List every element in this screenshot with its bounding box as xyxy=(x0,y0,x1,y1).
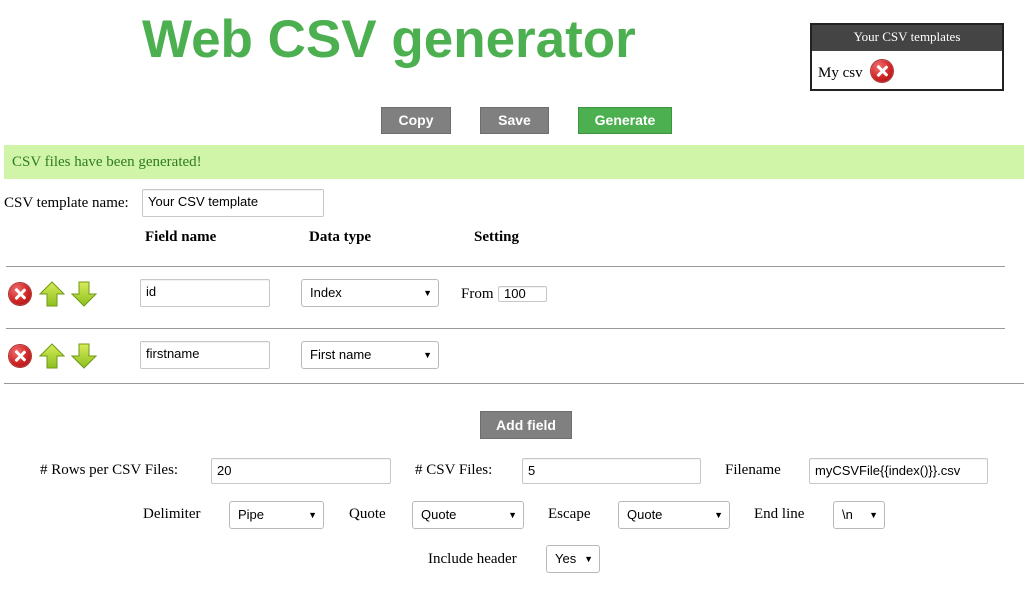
column-header-setting: Setting xyxy=(474,229,519,245)
templates-panel: Your CSV templates My csv xyxy=(810,23,1004,91)
delimiter-label: Delimiter xyxy=(143,506,201,522)
rows-per-file-input[interactable]: 20 xyxy=(211,458,391,484)
divider xyxy=(4,383,1024,384)
setting-from-input[interactable]: 100 xyxy=(498,286,547,302)
chevron-down-icon: ▼ xyxy=(308,510,317,520)
delimiter-select[interactable]: Pipe ▼ xyxy=(229,501,324,529)
template-item[interactable]: My csv xyxy=(812,51,1002,91)
field-name-input[interactable]: id xyxy=(140,279,270,307)
chevron-down-icon: ▼ xyxy=(423,350,432,360)
include-header-select[interactable]: Yes ▼ xyxy=(546,545,600,573)
delimiter-value: Pipe xyxy=(238,507,265,522)
page-title: Web CSV generator xyxy=(142,10,636,69)
delete-template-icon[interactable] xyxy=(870,60,893,82)
escape-value: Quote xyxy=(627,507,663,522)
chevron-down-icon: ▼ xyxy=(714,510,723,520)
column-header-field-name: Field name xyxy=(145,229,217,245)
include-header-label: Include header xyxy=(428,551,517,567)
add-field-button[interactable]: Add field xyxy=(480,411,572,439)
escape-select[interactable]: Quote ▼ xyxy=(618,501,730,529)
delete-field-icon[interactable] xyxy=(9,283,31,305)
setting-from-label: From xyxy=(461,286,494,302)
include-header-value: Yes xyxy=(555,551,577,566)
delete-field-icon[interactable] xyxy=(9,345,31,367)
quote-value: Quote xyxy=(421,507,457,522)
chevron-down-icon: ▼ xyxy=(584,554,593,564)
csv-files-input[interactable]: 5 xyxy=(522,458,701,484)
rows-per-file-label: # Rows per CSV Files: xyxy=(40,462,179,478)
chevron-down-icon: ▼ xyxy=(508,510,517,520)
field-name-input[interactable]: firstname xyxy=(140,341,270,369)
end-line-label: End line xyxy=(754,506,805,522)
data-type-select[interactable]: First name ▼ xyxy=(301,341,439,369)
move-down-icon[interactable] xyxy=(71,281,97,307)
quote-select[interactable]: Quote ▼ xyxy=(412,501,524,529)
move-up-icon[interactable] xyxy=(39,281,65,307)
divider xyxy=(6,266,1005,267)
generate-button[interactable]: Generate xyxy=(578,107,672,134)
success-alert: CSV files have been generated! xyxy=(4,145,1024,179)
filename-input[interactable]: myCSVFile{{index()}}.csv xyxy=(809,458,988,484)
end-line-select[interactable]: \n ▼ xyxy=(833,501,885,529)
template-item-name[interactable]: My csv xyxy=(818,65,863,82)
data-type-select[interactable]: Index ▼ xyxy=(301,279,439,307)
chevron-down-icon: ▼ xyxy=(869,510,878,520)
move-down-icon[interactable] xyxy=(71,343,97,369)
move-up-icon[interactable] xyxy=(39,343,65,369)
templates-header: Your CSV templates xyxy=(812,25,1002,51)
data-type-value: First name xyxy=(310,347,372,362)
chevron-down-icon: ▼ xyxy=(423,288,432,298)
csv-files-label: # CSV Files: xyxy=(415,462,493,478)
copy-button[interactable]: Copy xyxy=(381,107,451,134)
filename-label: Filename xyxy=(725,462,781,478)
quote-label: Quote xyxy=(349,506,386,522)
escape-label: Escape xyxy=(548,506,591,522)
end-line-value: \n xyxy=(842,507,853,522)
save-button[interactable]: Save xyxy=(480,107,549,134)
data-type-value: Index xyxy=(310,285,342,300)
column-header-data-type: Data type xyxy=(309,229,372,245)
divider xyxy=(6,328,1005,329)
template-name-input[interactable]: Your CSV template xyxy=(142,189,324,217)
template-name-label: CSV template name: xyxy=(4,195,129,211)
